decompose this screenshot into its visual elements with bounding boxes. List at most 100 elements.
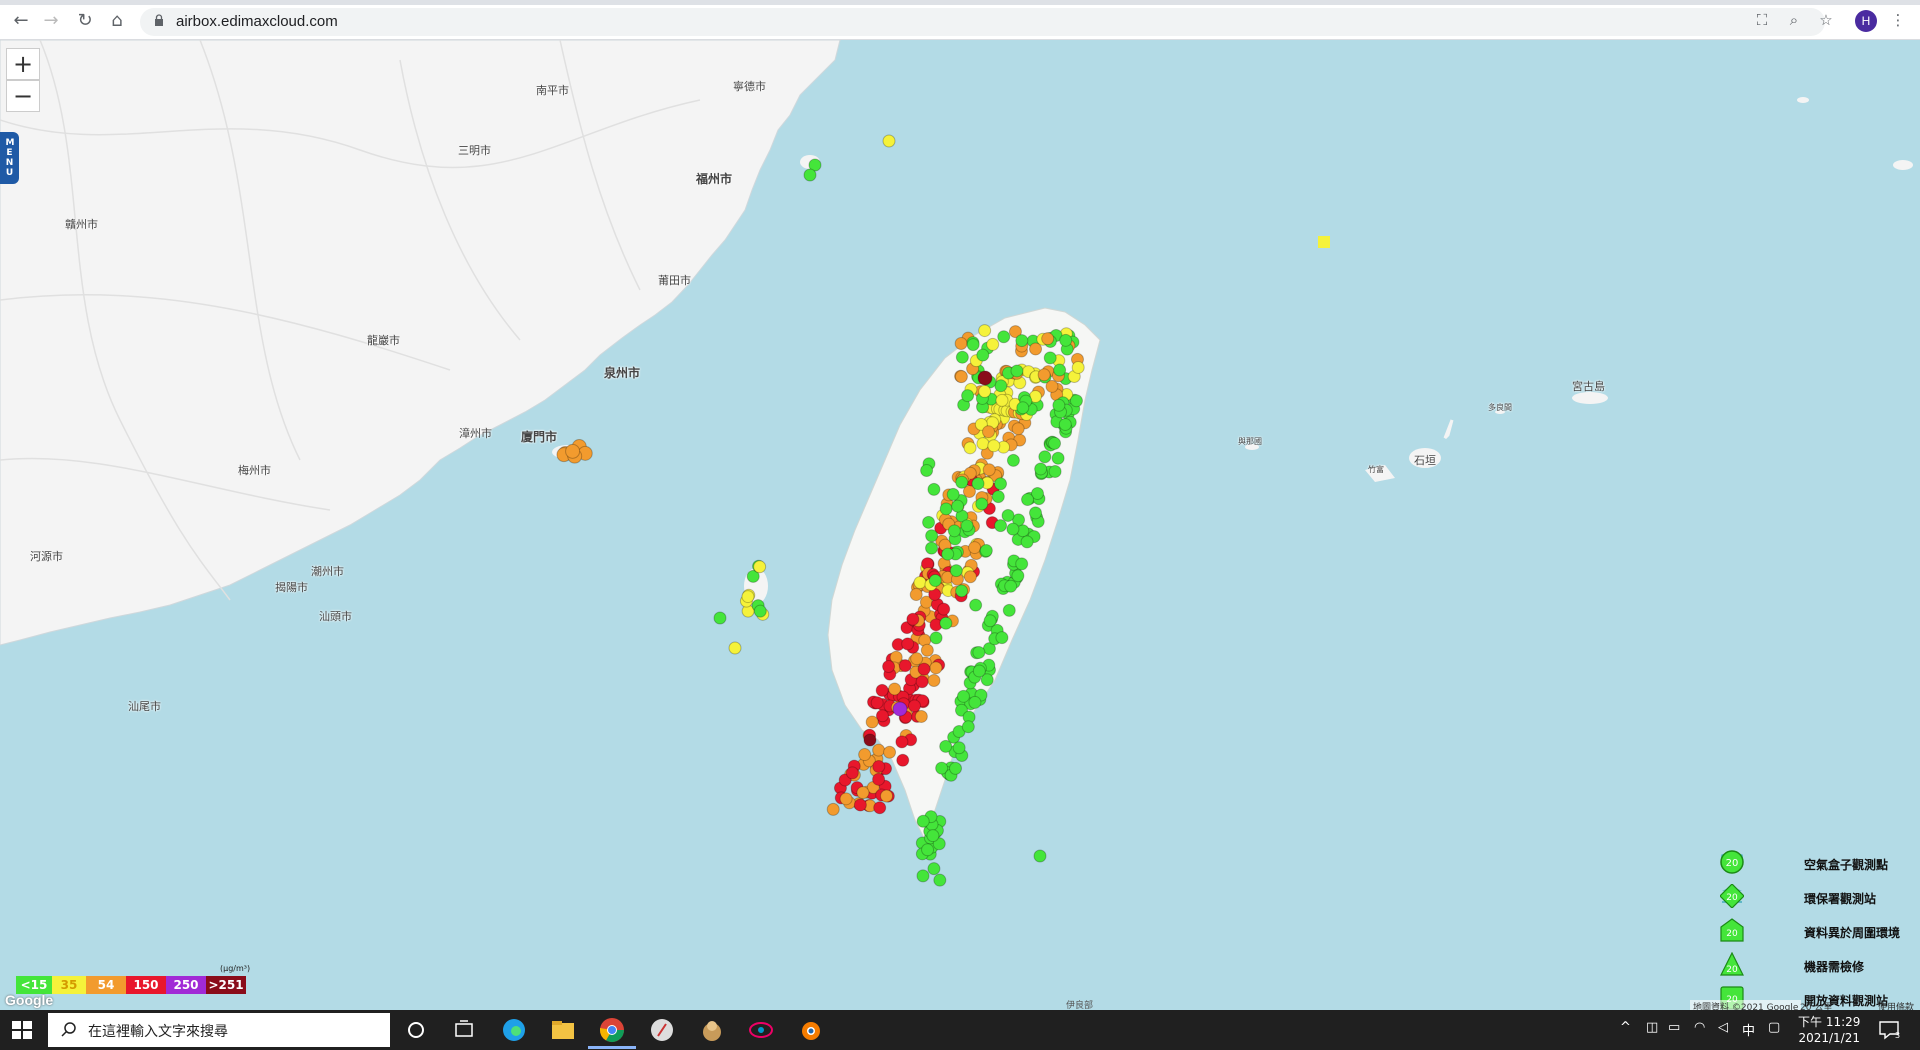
map-canvas[interactable]: 南平市 寧德市 三明市 福州市 莆田市 贛州市 龍巖市 泉州市 漳州市 廈門市 …	[0, 40, 1920, 1010]
airbox-marker[interactable]	[1037, 368, 1051, 382]
airbox-marker[interactable]	[1051, 451, 1065, 465]
address-bar[interactable]: airbox.edimaxcloud.com	[140, 8, 1825, 36]
airbox-marker[interactable]	[927, 674, 941, 688]
airbox-marker[interactable]	[955, 350, 969, 364]
airbox-marker[interactable]	[946, 487, 960, 501]
airbox-marker[interactable]	[927, 482, 941, 496]
app-icon[interactable]	[648, 1016, 676, 1044]
airbox-marker[interactable]	[901, 637, 915, 651]
airbox-marker[interactable]	[1069, 394, 1083, 408]
airbox-marker[interactable]	[949, 564, 963, 578]
airbox-marker[interactable]	[1041, 332, 1055, 346]
airbox-marker[interactable]	[939, 616, 953, 630]
airbox-marker[interactable]	[1010, 364, 1024, 378]
airbox-marker[interactable]	[961, 720, 975, 734]
chrome-icon[interactable]	[598, 1016, 626, 1044]
airbox-marker[interactable]	[982, 425, 996, 439]
airbox-marker[interactable]	[741, 590, 755, 604]
airbox-marker[interactable]	[907, 699, 921, 713]
airbox-marker[interactable]	[1001, 508, 1015, 522]
airbox-marker[interactable]	[926, 829, 940, 843]
airbox-marker[interactable]	[995, 631, 1009, 645]
airbox-marker[interactable]	[917, 662, 931, 676]
airbox-marker[interactable]	[803, 168, 817, 182]
airbox-marker[interactable]	[1011, 569, 1025, 583]
airbox-marker[interactable]	[987, 439, 1001, 453]
airbox-marker[interactable]	[882, 660, 896, 674]
airbox-marker[interactable]	[1034, 462, 1048, 476]
airbox-marker[interactable]	[910, 652, 924, 666]
airbox-marker[interactable]	[1038, 450, 1052, 464]
airbox-marker[interactable]	[883, 745, 897, 759]
airbox-marker[interactable]	[976, 437, 990, 451]
volume-icon[interactable]: ◁	[1718, 1020, 1728, 1035]
airbox-marker[interactable]	[914, 709, 928, 723]
airbox-marker[interactable]	[1048, 464, 1062, 478]
airbox-marker[interactable]	[873, 801, 887, 815]
airbox-marker[interactable]	[1021, 493, 1035, 507]
airbox-marker[interactable]	[1006, 453, 1020, 467]
menu-tab[interactable]: MENU	[0, 132, 19, 184]
airbox-marker[interactable]	[949, 761, 963, 775]
airbox-marker[interactable]	[888, 682, 902, 696]
airbox-marker[interactable]	[898, 659, 912, 673]
airbox-marker[interactable]	[713, 611, 727, 625]
airbox-marker[interactable]	[865, 715, 879, 729]
airbox-marker[interactable]	[826, 802, 840, 816]
tray-chevron-icon[interactable]: ^	[1620, 1020, 1631, 1035]
airbox-marker[interactable]	[966, 338, 980, 352]
airbox-marker[interactable]	[870, 696, 884, 710]
airbox-marker[interactable]	[1029, 506, 1043, 520]
airbox-marker[interactable]	[927, 862, 941, 876]
airbox-marker[interactable]	[853, 798, 867, 812]
airbox-marker[interactable]	[1071, 360, 1085, 374]
airbox-marker[interactable]	[969, 598, 983, 612]
airbox-marker[interactable]	[979, 544, 993, 558]
airbox-marker[interactable]	[1045, 379, 1059, 393]
airbox-marker[interactable]	[856, 786, 870, 800]
airbox-marker[interactable]	[977, 370, 993, 386]
airbox-marker[interactable]	[983, 614, 997, 628]
airbox-marker[interactable]	[951, 499, 965, 513]
airbox-marker[interactable]	[954, 337, 968, 351]
back-icon[interactable]: ←	[10, 10, 32, 32]
ime-indicator[interactable]: 中	[1742, 1020, 1755, 1039]
tray-app-icon[interactable]: ◫	[1646, 1020, 1658, 1035]
airbox-marker[interactable]	[986, 337, 1000, 351]
ime-mode-icon[interactable]: ▢	[1768, 1020, 1780, 1035]
airbox-marker[interactable]	[994, 379, 1008, 393]
airbox-marker[interactable]	[978, 324, 992, 338]
airbox-marker[interactable]	[839, 792, 853, 806]
translate-icon[interactable]: ⛶	[1752, 10, 1772, 30]
airbox-marker[interactable]	[1020, 535, 1034, 549]
airbox-marker[interactable]	[978, 384, 992, 398]
airbox-marker[interactable]	[947, 524, 961, 538]
airbox-marker[interactable]	[955, 584, 969, 598]
airbox-marker[interactable]	[1029, 342, 1043, 356]
airbox-marker[interactable]	[1059, 333, 1073, 347]
airbox-marker[interactable]	[933, 873, 947, 887]
airbox-marker[interactable]	[1033, 849, 1047, 863]
airbox-marker[interactable]	[1004, 579, 1018, 593]
airbox-marker[interactable]	[963, 441, 977, 455]
airbox-marker[interactable]	[858, 748, 872, 762]
airbox-marker[interactable]	[968, 695, 982, 709]
airbox-marker[interactable]	[960, 519, 974, 533]
airbox-marker[interactable]	[872, 760, 886, 774]
airbox-marker[interactable]	[956, 689, 970, 703]
reload-icon[interactable]: ↻	[74, 10, 96, 32]
airbox-marker[interactable]	[994, 519, 1008, 533]
airbox-marker[interactable]	[991, 490, 1005, 504]
blender-icon[interactable]	[796, 1016, 824, 1044]
airbox-marker[interactable]	[929, 631, 943, 645]
airbox-marker[interactable]	[955, 475, 969, 489]
app-icon[interactable]	[747, 1016, 775, 1044]
airbox-marker[interactable]	[1043, 351, 1057, 365]
airbox-marker[interactable]	[1058, 417, 1072, 431]
airbox-marker[interactable]	[1011, 422, 1025, 436]
airbox-marker[interactable]	[968, 541, 982, 555]
airbox-marker[interactable]	[1016, 401, 1030, 415]
airbox-marker[interactable]	[892, 701, 908, 717]
airbox-marker[interactable]	[925, 541, 939, 555]
airbox-marker[interactable]	[875, 683, 889, 697]
